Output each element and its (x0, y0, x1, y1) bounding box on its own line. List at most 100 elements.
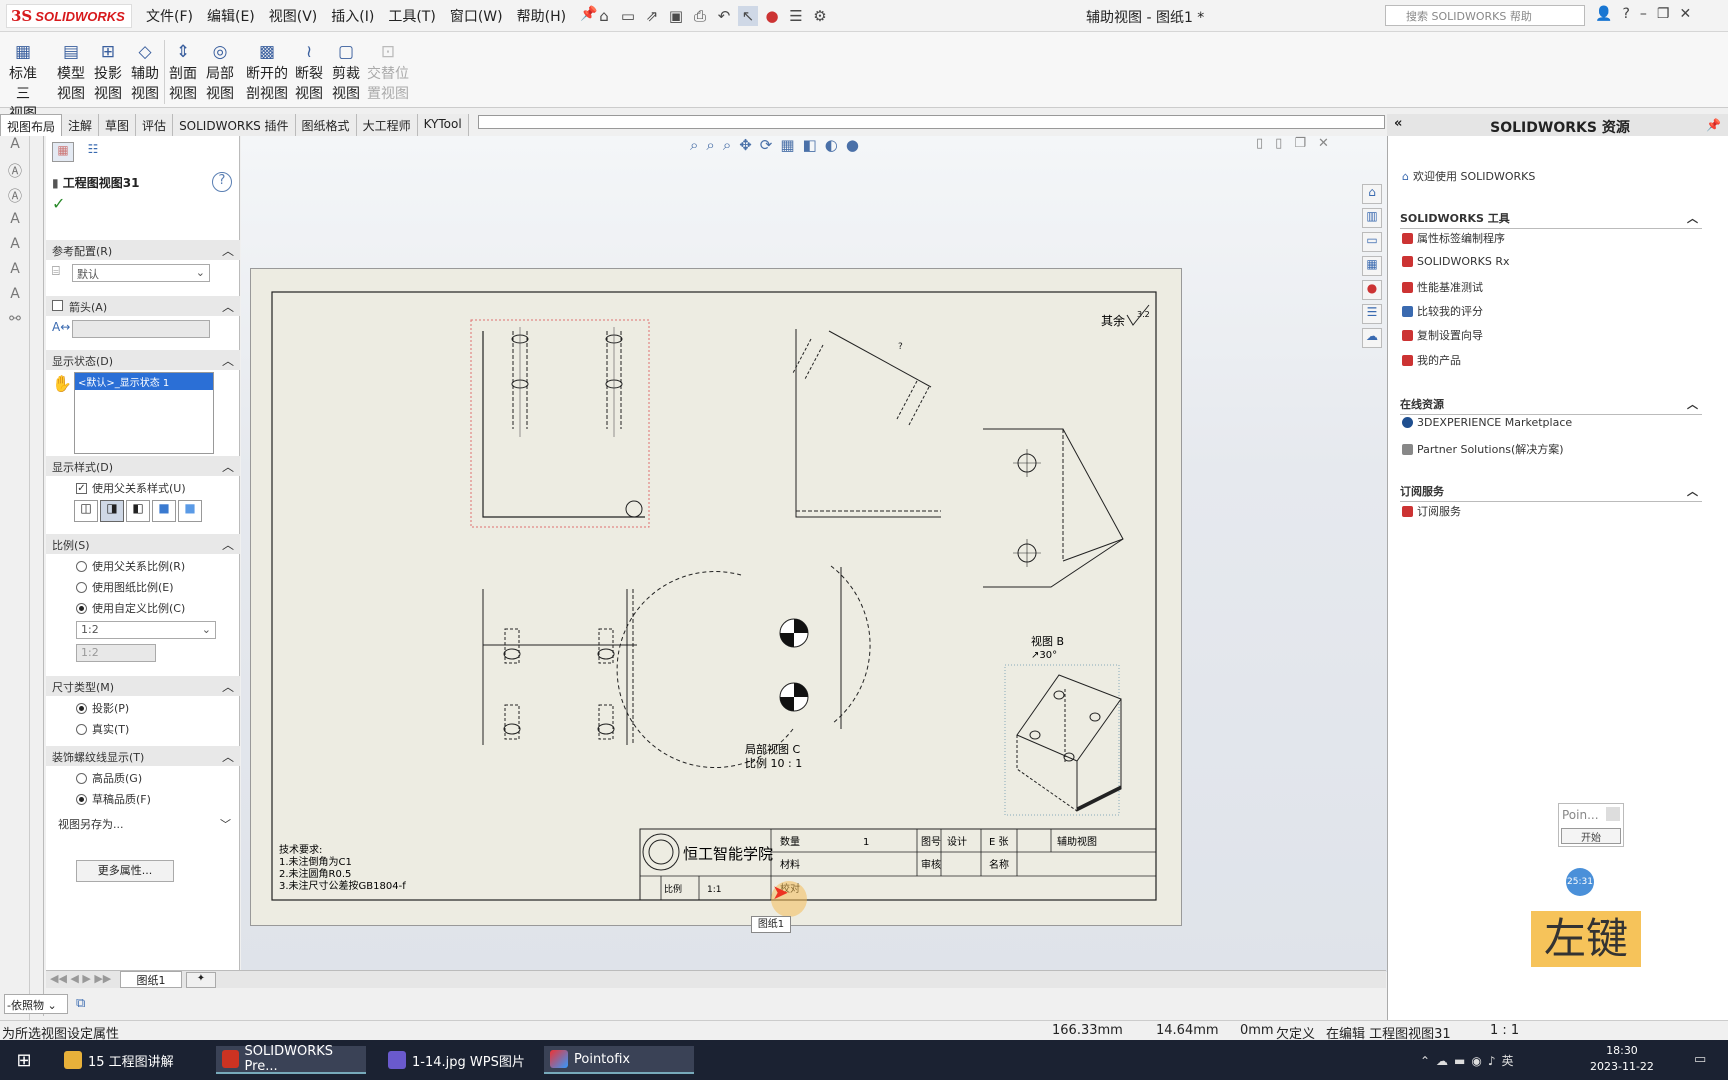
format-icon[interactable]: A (0, 236, 30, 261)
sheet-tab[interactable]: 图纸1 (120, 971, 182, 988)
menu-window[interactable]: 窗口(W) (450, 6, 503, 26)
collapse-icon[interactable]: ︿ (1687, 210, 1698, 226)
title-block[interactable]: 恒工智能学院 数量 1 材料 比例 1:1 校对 图号 设计 审核 E 张 名称… (639, 828, 1157, 901)
ok-check-icon[interactable]: ✓ (52, 194, 65, 213)
taskbar-item-wps[interactable]: 1-14.jpg WPS图片 (382, 1046, 532, 1074)
list-item[interactable]: <默认>_显示状态 1 (75, 373, 213, 390)
restore-icon[interactable]: ❐ (1657, 6, 1670, 22)
viewport-maximize-icon[interactable]: ❐ (1294, 136, 1306, 151)
detail-view-button[interactable]: ◎ 局部 视图 (201, 42, 239, 104)
custom-properties-icon[interactable]: ☰ (1362, 304, 1382, 324)
help-icon[interactable]: ? (212, 172, 232, 192)
technical-notes[interactable]: 技术要求: 1.未注倒角为C1 2.未注圆角R0.5 3.未注尺寸公差按GB18… (279, 843, 406, 892)
tab-sketch[interactable]: 草图 (99, 114, 137, 136)
display-state-list[interactable]: <默认>_显示状态 1 (74, 372, 214, 454)
pan-icon[interactable]: ✥ (739, 136, 752, 154)
print-icon[interactable]: ⎙ (690, 6, 710, 26)
user-icon[interactable]: 👤 (1595, 6, 1612, 22)
subscription-section-header[interactable]: 订阅服务 ︿ (1400, 483, 1702, 502)
menu-file[interactable]: 文件(F) (146, 6, 193, 26)
broken-out-section-button[interactable]: ▩ 断开的 剖视图 (244, 42, 290, 104)
open-icon[interactable]: ⇗ (642, 6, 662, 26)
home-icon[interactable]: ⌂ (1362, 184, 1382, 204)
tab-kytool[interactable]: KYTool (417, 114, 469, 136)
feature-tree-tab-icon[interactable]: ☷ (82, 142, 104, 162)
note-icon[interactable]: Ⓐ (0, 186, 30, 211)
traffic-light-icon[interactable]: ● (762, 6, 782, 26)
scale-option-parent[interactable]: 使用父关系比例(R) (76, 558, 185, 574)
viewport-tile-icon[interactable]: ▯ (1275, 136, 1282, 151)
text-icon[interactable]: A (0, 136, 30, 161)
ref-config-select[interactable]: 默认 ⌄ (72, 264, 210, 282)
timer-bubble[interactable]: 25:31 (1566, 868, 1594, 896)
section-cosmetic-thread[interactable]: 装饰螺纹线显示(T) ︿ (46, 746, 240, 766)
detail-view-c[interactable]: 局部视图 C 比例 10 : 1 (616, 565, 871, 770)
layer-icon[interactable]: ⧉ (76, 996, 85, 1011)
home-icon[interactable]: ⌂ (594, 6, 614, 26)
close-icon[interactable]: ✕ (1679, 6, 1691, 22)
arrow-checkbox[interactable] (52, 300, 63, 311)
scale-option-sheet[interactable]: 使用图纸比例(E) (76, 579, 174, 595)
tab-engineer[interactable]: 大工程师 (356, 114, 418, 136)
design-library-icon[interactable]: ▥ (1362, 208, 1382, 228)
menu-edit[interactable]: 编辑(E) (207, 6, 255, 26)
use-parent-style-row[interactable]: ✓ 使用父关系样式(U) (76, 480, 186, 496)
link-icon[interactable]: ⚯ (0, 311, 30, 336)
save-icon[interactable]: ▣ (666, 6, 686, 26)
property-manager-tab-icon[interactable]: ▦ (52, 142, 74, 162)
tool-link[interactable]: SOLIDWORKS Rx (1402, 255, 1510, 268)
hidden-lines-removed-icon[interactable]: ◧ (126, 500, 150, 522)
crop-view-button[interactable]: ▢ 剪裁 视图 (327, 42, 365, 104)
collapse-icon[interactable]: ︿ (222, 748, 234, 765)
sheet-scale[interactable]: 1 : 1 (1490, 1023, 1519, 1038)
viewport-close-icon[interactable]: ✕ (1318, 136, 1329, 151)
file-properties-icon[interactable]: ☰ (786, 6, 806, 26)
shaded-edges-icon[interactable]: ■ (152, 500, 176, 522)
taskbar-item-folder[interactable]: 15 工程图讲解 (58, 1046, 208, 1074)
isometric-view-b[interactable]: 视图 B ↗30° (1004, 634, 1122, 816)
subscription-link[interactable]: 订阅服务 (1402, 503, 1461, 519)
appearances-icon[interactable]: ● (1362, 280, 1382, 300)
collapse-pane-icon[interactable]: « (1394, 116, 1402, 131)
scale-select[interactable]: 1:2 ⌄ (76, 621, 216, 639)
zoom-to-fit-icon[interactable]: ⌕ (690, 136, 698, 154)
model-view-button[interactable]: ▤ 模型 视图 (52, 42, 90, 104)
wireframe-icon[interactable]: ◫ (74, 500, 98, 522)
menu-help[interactable]: 帮助(H) (517, 6, 566, 26)
radio-button[interactable] (76, 772, 87, 784)
online-link[interactable]: Partner Solutions(解决方案) (1402, 441, 1564, 457)
viewport-restore-icon[interactable]: ▯ (1256, 136, 1263, 151)
save-view-as-row[interactable]: 视图另存为... ﹀ (58, 816, 234, 832)
forum-icon[interactable]: ☁ (1362, 328, 1382, 348)
appearance-icon[interactable]: ● (846, 136, 859, 154)
chevron-down-icon[interactable]: ﹀ (220, 816, 231, 832)
tool-link[interactable]: 复制设置向导 (1402, 327, 1483, 343)
online-section-header[interactable]: 在线资源 ︿ (1400, 396, 1702, 415)
projected-view-button[interactable]: ⊞ 投影 视图 (89, 42, 127, 104)
dim-option-projected[interactable]: 投影(P) (76, 700, 129, 716)
tool-link[interactable]: 比较我的评分 (1402, 303, 1483, 319)
scale-custom-input[interactable]: 1:2 (76, 644, 156, 662)
pointofix-widget[interactable]: Poin... 开始 (1558, 803, 1624, 847)
add-sheet-icon[interactable]: ✦ (186, 972, 216, 988)
balloon-icon[interactable]: Ⓐ (0, 161, 30, 186)
break-view-button[interactable]: ≀ 断裂 视图 (290, 42, 328, 104)
front-view[interactable] (470, 319, 650, 528)
tab-addins[interactable]: SOLIDWORKS 插件 (173, 114, 296, 136)
section-arrow[interactable]: 箭头(A) ︿ (46, 296, 240, 316)
select-cursor-icon[interactable]: ↖ (738, 6, 758, 26)
taskbar-item-solidworks[interactable]: SOLIDWORKS Pre... (216, 1044, 366, 1074)
collapse-icon[interactable]: ︿ (222, 298, 234, 315)
scale-option-custom[interactable]: 使用自定义比例(C) (76, 600, 185, 616)
undo-icon[interactable]: ↶ (714, 6, 734, 26)
rotate-icon[interactable]: ⟳ (760, 136, 773, 154)
dim-option-true[interactable]: 真实(T) (76, 721, 129, 737)
collapse-icon[interactable]: ︿ (222, 678, 234, 695)
radio-button[interactable] (76, 560, 87, 572)
bottom-view[interactable] (482, 589, 637, 745)
collapse-icon[interactable]: ︿ (222, 458, 234, 475)
pin-icon[interactable]: 📌 (1706, 118, 1721, 132)
side-view[interactable] (983, 428, 1124, 588)
welcome-link[interactable]: ⌂ 欢迎使用 SOLIDWORKS (1402, 168, 1535, 184)
help-search-input[interactable]: 搜索 SOLIDWORKS 帮助 (1385, 5, 1585, 26)
